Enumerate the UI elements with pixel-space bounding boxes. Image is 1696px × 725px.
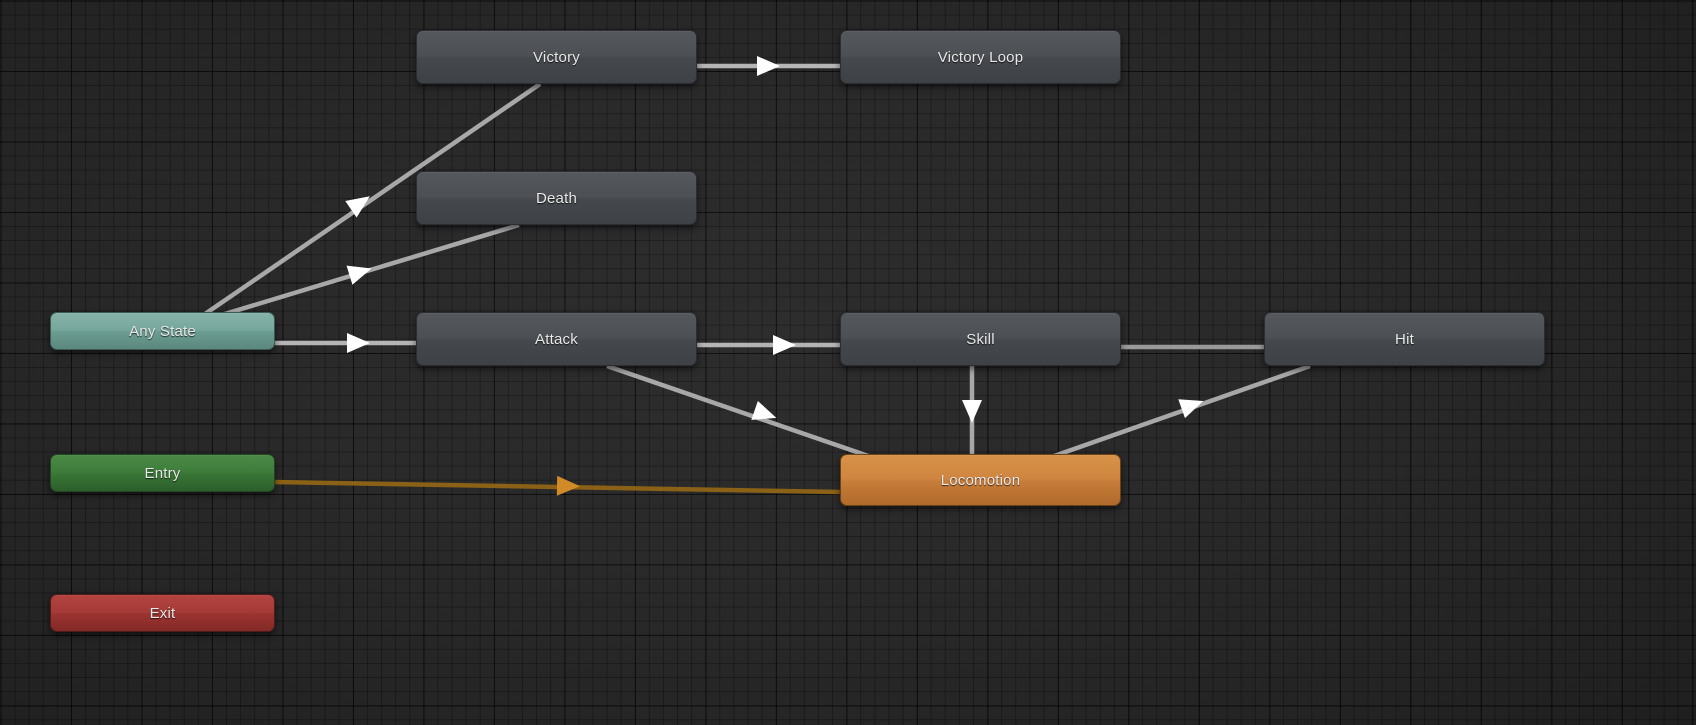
state-node-victory[interactable]: Victory <box>416 30 697 84</box>
state-node-label: Skill <box>966 330 995 348</box>
animator-graph-canvas[interactable]: Victory Victory Loop Death Any State Attack S… <box>0 0 1696 725</box>
state-node-label: Any State <box>129 322 196 340</box>
transition-locomotion-to-hit[interactable] <box>1039 363 1311 464</box>
state-node-label: Entry <box>144 464 181 482</box>
transition-any_state-to-death[interactable] <box>204 222 520 323</box>
state-node-entry[interactable]: Entry <box>50 454 275 492</box>
transition-attack-to-skill[interactable] <box>697 335 840 355</box>
state-node-label: Exit <box>149 604 176 622</box>
state-node-exit[interactable]: Exit <box>50 594 275 632</box>
state-node-locomotion[interactable]: Locomotion <box>840 454 1121 506</box>
transition-arrowhead-icon <box>757 56 780 76</box>
state-node-label: Locomotion <box>940 471 1021 489</box>
state-node-label: Attack <box>535 330 578 348</box>
transition-line[interactable] <box>1039 363 1311 464</box>
state-node-any_state[interactable]: Any State <box>50 312 275 350</box>
state-node-victory_loop[interactable]: Victory Loop <box>840 30 1121 84</box>
transition-entry-to-locomotion[interactable] <box>274 475 841 496</box>
state-node-hit[interactable]: Hit <box>1264 312 1545 366</box>
state-node-death[interactable]: Death <box>416 171 697 225</box>
state-node-label: Death <box>535 189 578 207</box>
transition-attack-to-locomotion[interactable] <box>606 363 881 463</box>
state-node-skill[interactable]: Skill <box>840 312 1121 366</box>
transition-victory-to-victory_loop[interactable] <box>697 56 840 76</box>
transition-arrowhead-icon <box>962 400 982 423</box>
transition-arrowhead-icon <box>347 333 370 353</box>
transition-any_state-to-attack[interactable] <box>275 333 416 353</box>
transition-arrowhead-icon <box>773 335 796 355</box>
transition-line[interactable] <box>606 363 881 463</box>
state-node-label: Victory <box>533 48 580 66</box>
state-node-label: Victory Loop <box>937 48 1024 66</box>
state-node-label: Hit <box>1395 330 1414 348</box>
state-node-attack[interactable]: Attack <box>416 312 697 366</box>
transition-arrowhead-icon <box>556 475 580 496</box>
transition-skill-to-locomotion[interactable] <box>962 366 982 454</box>
